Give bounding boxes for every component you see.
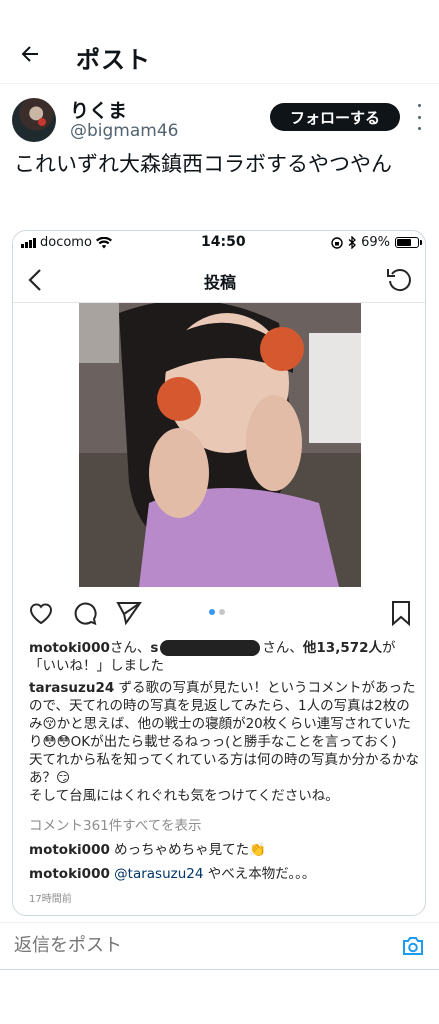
back-arrow-icon[interactable] bbox=[18, 42, 42, 66]
post-actions bbox=[13, 595, 425, 631]
camera-icon[interactable] bbox=[401, 935, 425, 957]
caption-line-2: 天てれから私を知ってくれている方は何の時の写真か分かるかなあ？😏 bbox=[29, 752, 420, 786]
bookmark-icon[interactable] bbox=[387, 599, 415, 627]
comment-text: やべえ本物だ。。。 bbox=[203, 866, 316, 882]
author-row: りくま @bigmam46 フォローする bbox=[12, 96, 432, 146]
caption-user[interactable]: tarasuzu24 bbox=[29, 680, 114, 696]
like-user-2[interactable]: s bbox=[150, 640, 158, 656]
carousel-indicator bbox=[209, 609, 225, 615]
like-user[interactable]: motoki000 bbox=[29, 640, 110, 656]
reply-input[interactable] bbox=[14, 935, 246, 956]
lock-rotation-icon bbox=[331, 236, 343, 249]
share-icon[interactable] bbox=[115, 599, 143, 627]
wifi-icon bbox=[95, 236, 112, 248]
reply-bar bbox=[0, 922, 439, 970]
phone-clock: 14:50 bbox=[201, 234, 246, 250]
more-icon[interactable] bbox=[414, 104, 424, 130]
instagram-nav: 投稿 bbox=[13, 259, 425, 303]
top-bar: ポスト bbox=[0, 28, 439, 84]
view-all-comments-link[interactable]: コメント361件すべてを表示 bbox=[29, 817, 421, 835]
caption: tarasuzu24 ずる歌の写真が見たい！というコメントがあったので、天てれの… bbox=[29, 679, 421, 805]
photo-illustration bbox=[79, 303, 361, 587]
comment-item: motoki000 めっちゃめちゃ見てた👏 bbox=[29, 841, 421, 859]
comment-text: めっちゃめちゃ見てた👏 bbox=[109, 842, 266, 858]
comment-item: motoki000 @tarasuzu24 やべえ本物だ。。。 bbox=[29, 865, 421, 883]
heart-icon[interactable] bbox=[27, 599, 55, 627]
comment-user[interactable]: motoki000 bbox=[29, 842, 110, 858]
page-title: ポスト bbox=[76, 46, 151, 74]
instagram-title: 投稿 bbox=[203, 273, 236, 292]
redaction-bar bbox=[160, 640, 261, 656]
follow-button[interactable]: フォローする bbox=[270, 103, 400, 131]
comment-icon[interactable] bbox=[71, 599, 99, 627]
likes-count[interactable]: 他13,572人 bbox=[303, 640, 382, 656]
carrier-name: docomo bbox=[40, 235, 92, 250]
tweet-media[interactable]: docomo 14:50 69% 投稿 motoki000さん、s さん、他13… bbox=[12, 230, 426, 916]
phone-status-bar: docomo 14:50 69% bbox=[13, 231, 425, 255]
avatar[interactable] bbox=[12, 98, 56, 142]
bluetooth-icon bbox=[348, 236, 357, 249]
comment-mention[interactable]: @tarasuzu24 bbox=[114, 866, 203, 882]
user-handle[interactable]: @bigmam46 bbox=[70, 121, 178, 141]
tweet-text: これいずれ大森鎮西コラボするやつやん bbox=[14, 152, 392, 176]
battery-percent: 69% bbox=[361, 235, 390, 250]
likes-text: さん、 bbox=[109, 640, 151, 656]
signal-icon bbox=[21, 237, 36, 248]
post-photo[interactable] bbox=[79, 303, 361, 587]
caption-line-3: そして台風にはくれぐれも気をつけてくださいね。 bbox=[29, 788, 339, 804]
post-timestamp: 17時間前 bbox=[29, 894, 72, 905]
likes-line: motoki000さん、s さん、他13,572人が「いいね！」しました bbox=[29, 639, 421, 675]
display-name[interactable]: りくま bbox=[70, 96, 127, 123]
likes-text-2: さん、 bbox=[262, 640, 303, 656]
refresh-icon[interactable] bbox=[385, 265, 413, 293]
battery-icon bbox=[395, 237, 422, 248]
comment-user[interactable]: motoki000 bbox=[29, 866, 110, 882]
